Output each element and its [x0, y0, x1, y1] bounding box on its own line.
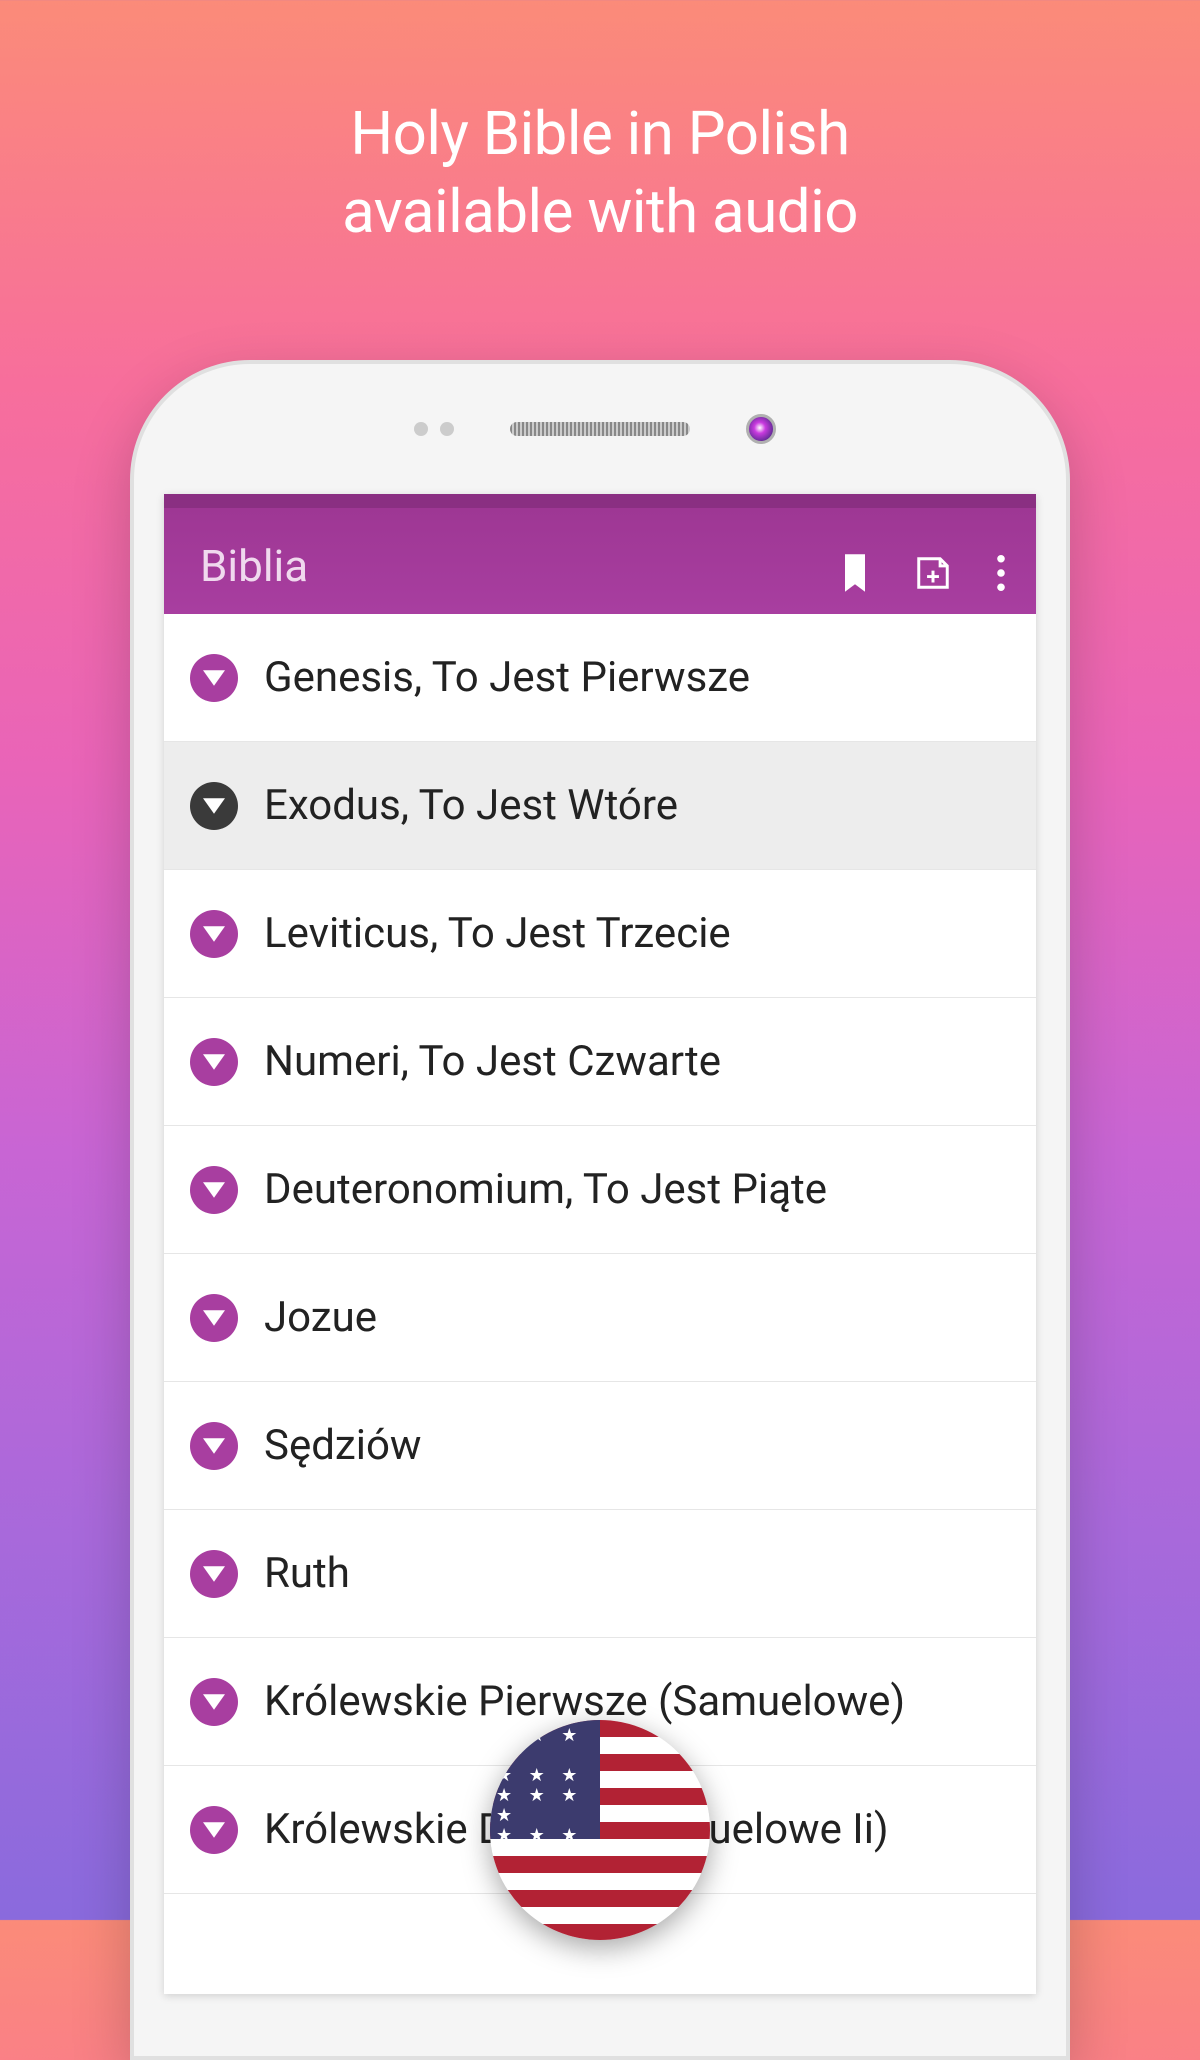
- overflow-menu-icon[interactable]: [996, 554, 1006, 592]
- book-row[interactable]: Exodus, To Jest Wtóre: [164, 742, 1036, 870]
- book-row[interactable]: Ruth: [164, 1510, 1036, 1638]
- book-row[interactable]: Leviticus, To Jest Trzecie: [164, 870, 1036, 998]
- book-label: Ruth: [264, 1549, 350, 1598]
- book-row[interactable]: Jozue: [164, 1254, 1036, 1382]
- promo-headline: Holy Bible in Polish available with audi…: [0, 0, 1200, 251]
- expand-toggle-icon[interactable]: [190, 1422, 238, 1470]
- expand-toggle-icon[interactable]: [190, 1294, 238, 1342]
- expand-toggle-icon[interactable]: [190, 654, 238, 702]
- expand-toggle-icon[interactable]: [190, 1038, 238, 1086]
- expand-toggle-icon[interactable]: [190, 782, 238, 830]
- expand-toggle-icon[interactable]: [190, 910, 238, 958]
- speaker-grille: [510, 422, 690, 436]
- book-label: Sędziów: [264, 1421, 421, 1470]
- book-row[interactable]: Deuteronomium, To Jest Piąte: [164, 1126, 1036, 1254]
- new-note-icon[interactable]: [914, 554, 952, 592]
- expand-toggle-icon[interactable]: [190, 1678, 238, 1726]
- us-flag-union: ★ ★ ★ ★ ★ ★ ★★ ★ ★ ★ ★ ★ ★★ ★ ★ ★: [490, 1720, 600, 1839]
- app-title: Biblia: [200, 540, 840, 592]
- expand-toggle-icon[interactable]: [190, 1806, 238, 1854]
- book-label: Jozue: [264, 1293, 377, 1342]
- book-label: Deuteronomium, To Jest Piąte: [264, 1165, 827, 1214]
- bookmark-icon[interactable]: [840, 554, 870, 592]
- book-row[interactable]: Numeri, To Jest Czwarte: [164, 998, 1036, 1126]
- book-label: Leviticus, To Jest Trzecie: [264, 909, 731, 958]
- expand-toggle-icon[interactable]: [190, 1166, 238, 1214]
- front-camera: [746, 414, 776, 444]
- expand-toggle-icon[interactable]: [190, 1550, 238, 1598]
- promo-line-2: available with audio: [0, 173, 1200, 251]
- phone-hardware-top: [134, 364, 1066, 494]
- promo-line-1: Holy Bible in Polish: [0, 95, 1200, 173]
- book-row[interactable]: Genesis, To Jest Pierwsze: [164, 614, 1036, 742]
- book-label: Exodus, To Jest Wtóre: [264, 781, 678, 830]
- app-bar: Biblia: [164, 494, 1036, 614]
- book-row[interactable]: Sędziów: [164, 1382, 1036, 1510]
- country-flag-badge[interactable]: ★ ★ ★ ★ ★ ★ ★★ ★ ★ ★ ★ ★ ★★ ★ ★ ★: [490, 1720, 710, 1940]
- book-label: Królewskie Pierwsze (Samuelowe): [264, 1677, 905, 1726]
- app-bar-actions: [840, 554, 1006, 592]
- book-label: Numeri, To Jest Czwarte: [264, 1037, 721, 1086]
- book-label: Genesis, To Jest Pierwsze: [264, 653, 750, 702]
- book-list[interactable]: Genesis, To Jest Pierwsze Exodus, To Jest…: [164, 614, 1036, 1894]
- sensor-dots: [414, 422, 454, 436]
